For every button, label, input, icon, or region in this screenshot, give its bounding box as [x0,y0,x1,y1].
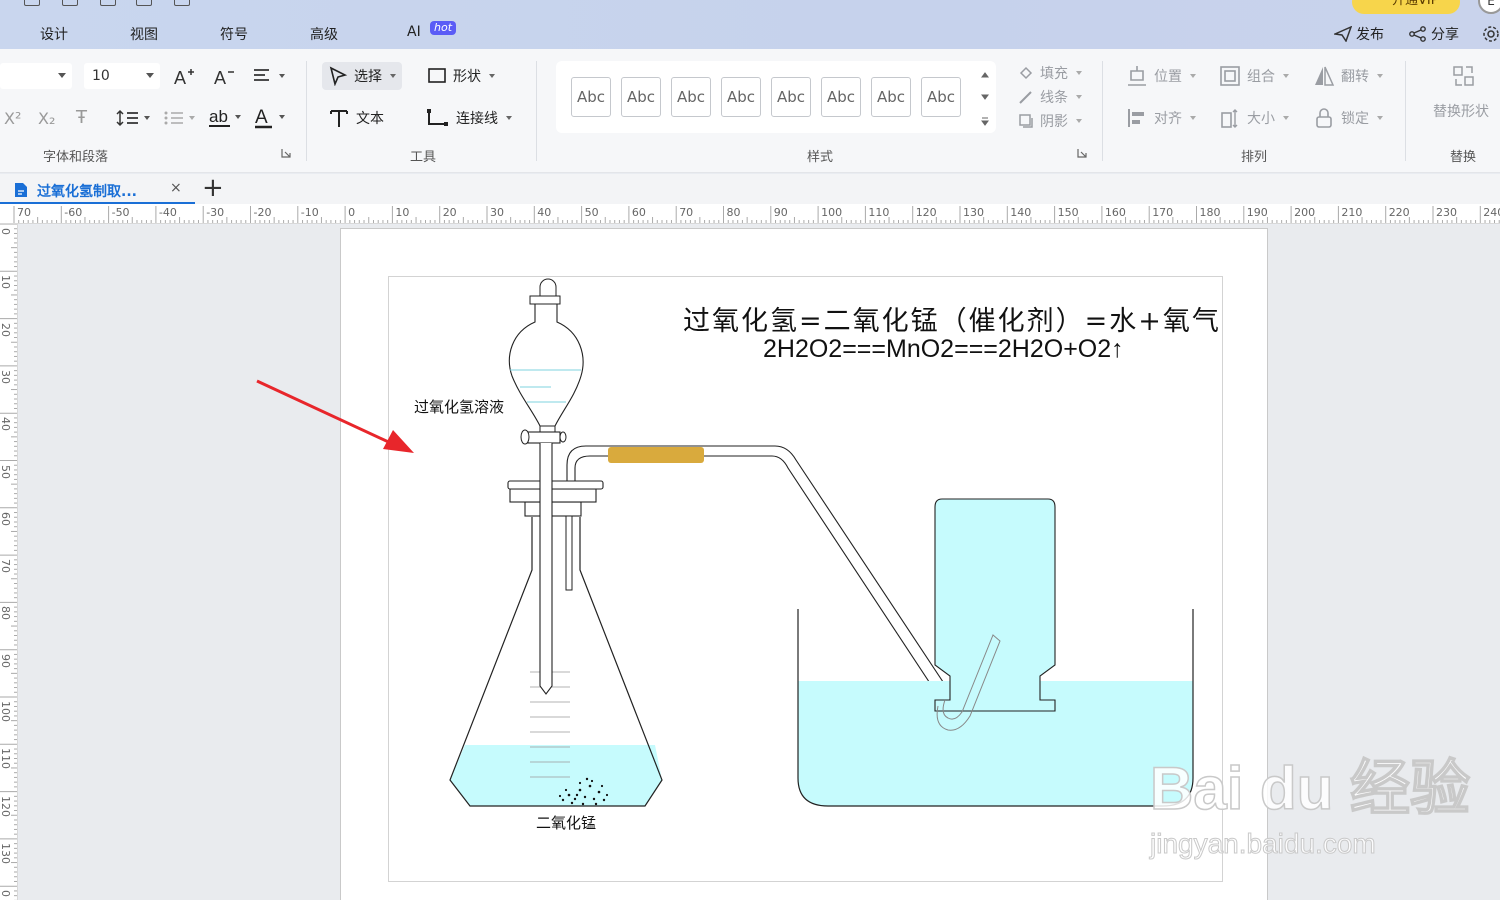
conical-flask[interactable] [449,480,663,807]
annotation-arrow [256,379,414,453]
catalyst-label[interactable]: 二氧化锰 [536,812,596,833]
rubber-tube [608,447,704,463]
baidu-watermark-url: jingyan.baidu.com [1150,828,1377,860]
chemical-equation[interactable]: 2H2O2===MnO2===2H2O+O2↑ [763,335,1124,364]
gas-collecting-bottle[interactable] [934,498,1056,731]
baidu-watermark-logo: Bai du 经验 [1149,754,1471,823]
delivery-tube[interactable] [566,445,956,717]
word-equation[interactable]: 过氧化氢=二氧化锰（催化剂）=水+氧气 [683,299,1221,338]
solution-label[interactable]: 过氧化氢溶液 [414,396,504,417]
